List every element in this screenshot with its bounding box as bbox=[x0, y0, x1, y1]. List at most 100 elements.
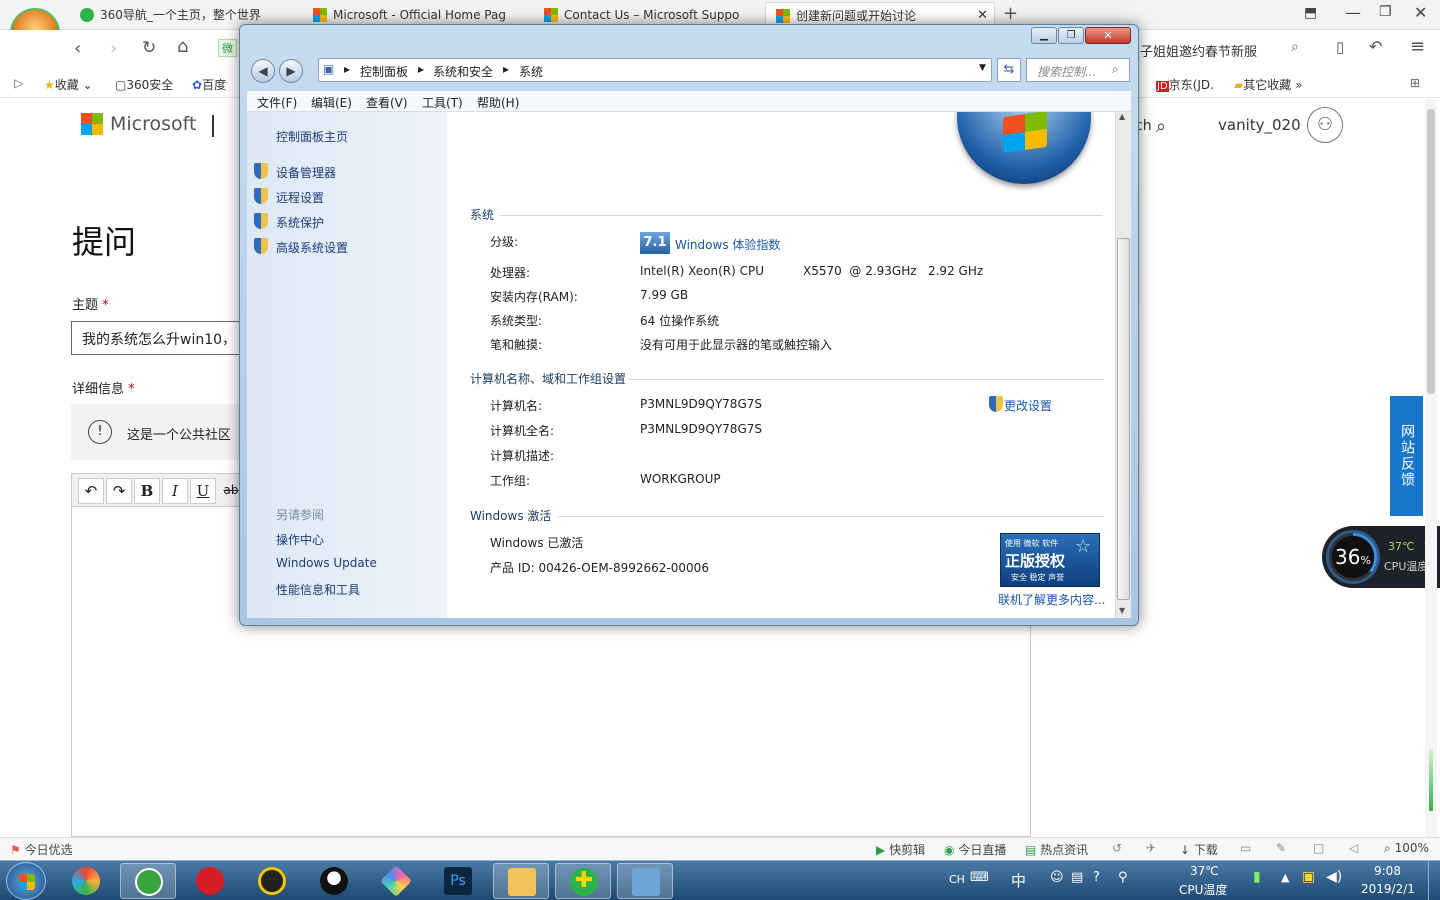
learn-more-link[interactable]: 联机了解更多内容... bbox=[998, 591, 1105, 608]
taskbar-360-safe[interactable]: ✚ bbox=[555, 863, 611, 899]
microsoft-brand[interactable]: Microsoft bbox=[110, 113, 196, 135]
experience-score[interactable]: 7.1 bbox=[640, 232, 670, 254]
download-button[interactable]: ↓ 下载 bbox=[1180, 841, 1218, 858]
network-icon[interactable]: ▣ bbox=[1302, 869, 1315, 885]
search-icon[interactable]: ⌕ bbox=[1291, 39, 1299, 55]
speaker-icon[interactable]: ◁ bbox=[1349, 841, 1358, 855]
volume-icon[interactable]: ◀) bbox=[1326, 869, 1342, 885]
window-scroll-thumb[interactable] bbox=[1117, 238, 1130, 600]
window-minimize-icon[interactable]: ▁ bbox=[1031, 27, 1057, 44]
taskbar-control-panel[interactable] bbox=[617, 863, 673, 899]
show-desktop-button[interactable] bbox=[1428, 861, 1440, 900]
bookmark-360[interactable]: ▢360安全 bbox=[115, 76, 173, 93]
menu-help[interactable]: 帮助(H) bbox=[477, 94, 519, 111]
address-bar[interactable]: ▣ ▸ 控制面板 ▸ 系统和安全 ▸ 系统 ▼ bbox=[318, 58, 992, 82]
search-icon[interactable]: ⌕ bbox=[1156, 116, 1166, 137]
status-item-clip[interactable]: ▶ 快剪辑 bbox=[876, 841, 925, 858]
menu-view[interactable]: 查看(V) bbox=[366, 94, 408, 111]
taskbar-360-browser[interactable] bbox=[120, 863, 176, 899]
pin-icon[interactable]: ✈ bbox=[1146, 841, 1156, 855]
user-name[interactable]: vanity_020 bbox=[1218, 116, 1301, 134]
menu-file[interactable]: 文件(F) bbox=[257, 94, 297, 111]
clock-time[interactable]: 9:08 bbox=[1374, 864, 1401, 878]
taskbar-netease-music[interactable] bbox=[182, 863, 238, 899]
back-icon[interactable]: ‹ bbox=[74, 38, 81, 59]
device-manager-link[interactable]: 设备管理器 bbox=[276, 164, 336, 181]
ime-mode[interactable]: 中 bbox=[1011, 870, 1026, 891]
page-scrollbar[interactable] bbox=[1425, 99, 1437, 837]
maximize-icon[interactable]: ❐ bbox=[1379, 4, 1392, 20]
taskbar-qq[interactable] bbox=[306, 863, 362, 899]
breadcrumb-system[interactable]: 系统 bbox=[519, 63, 543, 80]
help-icon[interactable]: ? bbox=[1093, 870, 1100, 885]
minimize-icon[interactable]: — bbox=[1345, 3, 1361, 22]
subject-input[interactable]: 我的系统怎么升win10， bbox=[71, 321, 251, 355]
news-ticker[interactable]: 子姐姐邀约春节新服 bbox=[1140, 41, 1257, 60]
address-dropdown-icon[interactable]: ▼ bbox=[979, 63, 986, 73]
breadcrumb-control-panel[interactable]: 控制面板 bbox=[360, 63, 408, 80]
taskbar-color-app[interactable] bbox=[58, 863, 114, 899]
status-item-live[interactable]: ◉ 今日直播 bbox=[944, 841, 1006, 858]
sidebar-toggle-icon[interactable]: ▷ bbox=[14, 76, 23, 90]
favorites-button[interactable]: ★收藏 ⌄ bbox=[44, 76, 93, 93]
scroll-down-icon[interactable]: ▼ bbox=[1119, 606, 1125, 615]
undo-icon[interactable]: ↶ bbox=[78, 478, 104, 504]
menu-edit[interactable]: 编辑(E) bbox=[311, 94, 352, 111]
bookmark-other[interactable]: ▰其它收藏 » bbox=[1234, 76, 1302, 93]
tray-tool-icon[interactable]: ▤ bbox=[1071, 870, 1083, 885]
rotate-icon[interactable]: ↺ bbox=[1112, 841, 1122, 855]
remote-settings-link[interactable]: 远程设置 bbox=[276, 189, 324, 206]
bookmark-baidu[interactable]: ✿百度 bbox=[192, 76, 226, 93]
new-tab-icon[interactable]: + bbox=[1003, 3, 1018, 24]
action-center-link[interactable]: 操作中心 bbox=[276, 531, 324, 548]
avatar-icon[interactable]: ⚇ bbox=[1307, 107, 1343, 143]
control-panel-home-link[interactable]: 控制面板主页 bbox=[276, 128, 348, 145]
performance-tools-link[interactable]: 性能信息和工具 bbox=[276, 581, 360, 598]
menu-tools[interactable]: 工具(T) bbox=[422, 94, 463, 111]
folder-icon[interactable]: ▭ bbox=[1240, 841, 1251, 855]
taskbar-photoshop[interactable]: Ps bbox=[430, 863, 486, 899]
search-icon[interactable]: ⌕ bbox=[1112, 62, 1119, 77]
phone-icon[interactable]: ▯ bbox=[1336, 38, 1344, 56]
tray-app-icon[interactable]: ☺ bbox=[1050, 870, 1064, 885]
redo-icon[interactable]: ↷ bbox=[106, 478, 132, 504]
today-picks[interactable]: ⚑ 今日优选 bbox=[10, 841, 73, 858]
page-scroll-thumb[interactable] bbox=[1427, 109, 1435, 394]
start-button[interactable] bbox=[6, 862, 46, 900]
address-refresh-icon[interactable]: ⇆ bbox=[997, 58, 1021, 82]
close-window-icon[interactable]: ✕ bbox=[1414, 3, 1427, 22]
battery-icon[interactable]: ▮ bbox=[1253, 869, 1261, 885]
advanced-settings-link[interactable]: 高级系统设置 bbox=[276, 239, 348, 256]
control-panel-search[interactable]: 搜索控制... ⌕ bbox=[1026, 58, 1130, 82]
scroll-up-icon[interactable]: ▲ bbox=[1119, 112, 1125, 121]
edit-icon[interactable]: ✎ bbox=[1276, 841, 1286, 855]
italic-button[interactable]: I bbox=[162, 478, 188, 504]
window-icon[interactable]: □ bbox=[1313, 841, 1324, 855]
pin-icon[interactable]: ⚲ bbox=[1118, 870, 1128, 885]
window-back-icon[interactable]: ◀ bbox=[251, 59, 275, 83]
undo-icon[interactable]: ↶ bbox=[1369, 37, 1382, 56]
grid-icon[interactable]: ⊞ bbox=[1410, 76, 1420, 90]
home-icon[interactable]: ⌂ bbox=[177, 36, 188, 57]
breadcrumb-system-security[interactable]: 系统和安全 bbox=[433, 63, 493, 80]
experience-index-link[interactable]: Windows 体验指数 bbox=[675, 236, 780, 253]
menu-icon[interactable]: ≡ bbox=[1410, 36, 1425, 57]
window-scrollbar[interactable]: ▲ ▼ bbox=[1115, 112, 1131, 618]
bookmark-jd[interactable]: JD京东(JD. bbox=[1156, 76, 1214, 93]
window-restore-icon[interactable]: ❐ bbox=[1058, 27, 1084, 44]
system-protection-link[interactable]: 系统保护 bbox=[276, 214, 324, 231]
tray-expand-icon[interactable]: ▲ bbox=[1281, 871, 1289, 884]
shirt-skin-icon[interactable]: ⬒ bbox=[1304, 5, 1317, 21]
windows-update-link[interactable]: Windows Update bbox=[276, 556, 377, 570]
cpu-widget[interactable]: 36% 37℃ ❦ CPU温度 bbox=[1322, 526, 1440, 588]
window-forward-icon[interactable]: ▶ bbox=[279, 59, 303, 83]
zoom-button[interactable]: ⌕ 100% bbox=[1384, 841, 1429, 856]
feedback-tab[interactable]: 网站反馈 bbox=[1390, 396, 1423, 516]
keyboard-icon[interactable]: ⌨ bbox=[970, 870, 989, 885]
underline-button[interactable]: U bbox=[190, 478, 216, 504]
window-close-icon[interactable]: ✕ bbox=[1085, 27, 1131, 44]
refresh-icon[interactable]: ↻ bbox=[142, 38, 156, 58]
status-item-news[interactable]: ▤ 热点资讯 bbox=[1025, 841, 1088, 858]
clock-date[interactable]: 2019/2/1 bbox=[1361, 882, 1415, 896]
taskbar-explorer[interactable] bbox=[493, 863, 549, 899]
